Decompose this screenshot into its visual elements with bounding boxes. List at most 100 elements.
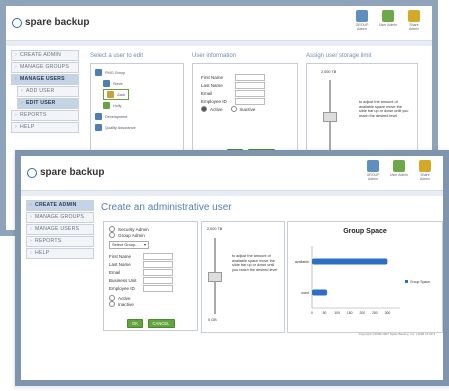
storage-panel: 2,000 TB 0 GB to adjust the amount of av…: [201, 221, 285, 333]
chart-tick-label: 150: [347, 311, 353, 315]
front-header: spare backup GROUP Admin User Admin Shar…: [21, 156, 443, 190]
chart-tick-label: 0: [311, 311, 313, 315]
back-sidebar: CREATE ADMIN MANAGE GROUPS MANAGE USERS …: [11, 50, 79, 134]
user-icon: [103, 80, 110, 87]
last-name-row: Last Name: [109, 261, 192, 268]
employee-id-field[interactable]: [235, 98, 265, 105]
sidebar-item-manage-groups[interactable]: MANAGE GROUPS: [11, 62, 79, 73]
last-name-row: Last Name: [201, 82, 289, 89]
logo[interactable]: spare backup: [12, 17, 89, 28]
storage-slider-handle[interactable]: [208, 272, 222, 282]
group-admin-icon[interactable]: GROUP Admin: [363, 160, 383, 181]
group-admin-row: Group Admin: [109, 232, 192, 238]
last-name-field[interactable]: [235, 82, 265, 89]
chart-legend-swatch: [405, 280, 408, 283]
chart-category-label: available: [295, 260, 309, 264]
chart-tick-label: 50: [323, 311, 327, 315]
status-row: Active Inactive: [201, 106, 289, 112]
logo[interactable]: spare backup: [27, 167, 104, 178]
slider-max-label: 2,000 TB: [321, 70, 337, 74]
back-header: spare backup GROUP Admin User Admin Shar…: [6, 6, 432, 40]
inactive-row: Inactive: [109, 301, 192, 307]
chart-tick-label: 100: [334, 311, 340, 315]
user-admin-icon[interactable]: User Admin: [389, 160, 409, 181]
storage-slider-handle[interactable]: [323, 112, 337, 122]
logo-mark: [27, 167, 37, 178]
last-name-field[interactable]: [143, 261, 173, 268]
sidebar-item-reports[interactable]: REPORTS: [26, 236, 94, 247]
sidebar-item-add-user[interactable]: ADD USER: [17, 86, 79, 97]
user-info-panel: First Name Last Name Email Employee ID A…: [192, 63, 298, 163]
chart-bar: [312, 258, 388, 265]
chart-tick-label: 300: [385, 311, 391, 315]
email-row: Email: [201, 90, 289, 97]
inactive-radio[interactable]: [109, 301, 115, 307]
employee-id-field[interactable]: [143, 285, 173, 292]
employee-id-row: Employee ID: [201, 98, 289, 105]
first-name-field[interactable]: [235, 74, 265, 81]
group-space-chart: available used 0 50 100 150 200 250 300 Group Spa…: [295, 246, 430, 315]
active-radio[interactable]: [201, 106, 207, 112]
first-name-row: First Name: [201, 74, 289, 81]
tree-item-user[interactable]: Steve: [95, 78, 179, 89]
sidebar-item-manage-users[interactable]: MANAGE USERS: [26, 224, 94, 235]
group-icon: [95, 124, 102, 131]
email-field[interactable]: [235, 90, 265, 97]
inactive-radio[interactable]: [230, 106, 237, 112]
cancel-button[interactable]: CANCEL: [147, 319, 175, 328]
reflection: [15, 386, 449, 391]
sidebar-item-manage-groups[interactable]: MANAGE GROUPS: [26, 212, 94, 223]
front-window: spare backup GROUP Admin User Admin Shar…: [15, 150, 449, 386]
sidebar-item-help[interactable]: HELP: [26, 248, 94, 259]
group-space-chart-panel: Group Space available used 0 50 100 150 200 250…: [287, 221, 443, 333]
sidebar-item-manage-users[interactable]: MANAGE USERS: [11, 74, 79, 85]
user-tree-panel: PMG Group Steve Zack Holly Development Q…: [90, 63, 184, 163]
chart-tick-label: 250: [372, 311, 378, 315]
business-unit-field[interactable]: [143, 277, 173, 284]
first-name-row: First Name: [109, 253, 192, 260]
front-sidebar: CREATE ADMIN MANAGE GROUPS MANAGE USERS …: [26, 200, 94, 260]
sidebar-item-help[interactable]: HELP: [11, 122, 79, 133]
tree-item-group[interactable]: PMG Group: [95, 67, 179, 78]
sidebar-item-create-admin[interactable]: CREATE ADMIN: [26, 200, 94, 211]
group-admin-radio[interactable]: [109, 232, 115, 238]
group-admin-icon[interactable]: GROUP Admin: [352, 10, 372, 31]
group-icon: [95, 113, 102, 120]
tree-item-user[interactable]: Holly: [95, 100, 179, 111]
chart-tick-label: 200: [359, 311, 365, 315]
header-icons: GROUP Admin User Admin Share Admin: [363, 160, 435, 181]
email-row: Email: [109, 269, 192, 276]
chart-category-label: used: [301, 291, 309, 295]
header-band: [21, 190, 443, 196]
chart-legend-label: Group Space: [410, 280, 430, 284]
group-select[interactable]: Select Group...: [109, 241, 149, 249]
header-icons: GROUP Admin User Admin Share Admin: [352, 10, 424, 31]
copyright-text: Copyright ©2006-2007 Spare Backup, Inc. …: [358, 332, 435, 336]
share-admin-icon[interactable]: Share Admin: [404, 10, 424, 31]
storage-title: Assign user storage limit: [306, 53, 372, 59]
slider-help-text: to adjust the amount of available space …: [232, 254, 278, 272]
sidebar-item-edit-user[interactable]: EDIT USER: [17, 98, 79, 109]
sidebar-item-reports[interactable]: REPORTS: [11, 110, 79, 121]
admin-form-panel: Security Admin Group Admin Select Group.…: [103, 221, 198, 331]
slider-max-label: 2,000 TB: [207, 227, 223, 231]
slider-help-text: to adjust the amount of available space …: [359, 100, 409, 118]
first-name-field[interactable]: [143, 253, 173, 260]
logo-mark: [12, 17, 22, 28]
group-icon: [95, 69, 102, 76]
tree-item-group[interactable]: Development: [95, 111, 179, 122]
user-info-title: User information: [192, 53, 237, 59]
business-unit-row: Business Unit: [109, 277, 192, 284]
share-admin-icon[interactable]: Share Admin: [415, 160, 435, 181]
tree-item-group[interactable]: Quality Assurance: [95, 122, 179, 133]
email-field[interactable]: [143, 269, 173, 276]
sidebar-item-create-admin[interactable]: CREATE ADMIN: [11, 50, 79, 61]
user-icon: [103, 102, 110, 109]
employee-id-row: Employee ID: [109, 285, 192, 292]
ok-button[interactable]: OK: [127, 319, 144, 328]
chart-title: Group Space: [343, 228, 387, 235]
tree-item-user-selected[interactable]: Zack: [95, 89, 179, 100]
chart-bar: [312, 289, 328, 296]
select-user-title: Select a user to edit: [90, 53, 144, 59]
user-admin-icon[interactable]: User Admin: [378, 10, 398, 31]
